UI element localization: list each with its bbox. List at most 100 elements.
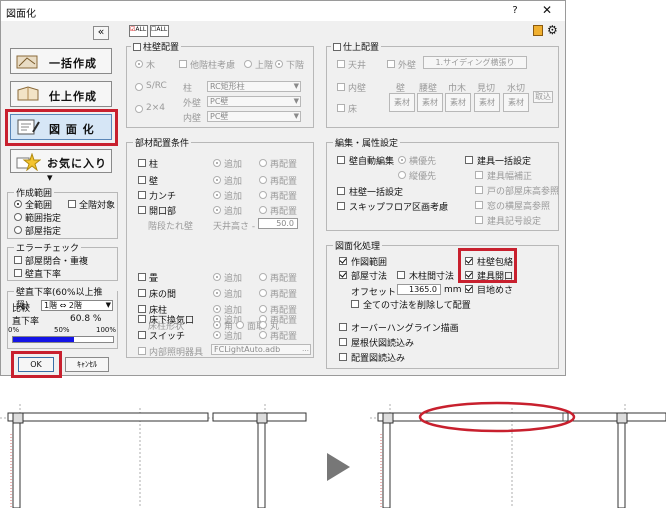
cancel-button[interactable]: ｷｬﾝｾﾙ: [65, 357, 109, 372]
shape-round-label: 丸: [270, 322, 280, 332]
member-title: 部材配置条件: [133, 136, 192, 149]
finish-group: 仕上配置 天井 外壁 1.サイディング横張り 内壁 床 壁 腰壁 巾木 見切 水…: [326, 40, 559, 128]
switch-checkbox[interactable]: [138, 331, 146, 339]
pillar-wall-bulk-checkbox[interactable]: [337, 187, 345, 195]
material-button-trim[interactable]: 素材: [474, 93, 500, 112]
material-button-wall[interactable]: 素材: [389, 93, 415, 112]
open-file-icon[interactable]: [533, 25, 543, 36]
ceiling-height-input[interactable]: 50.0: [258, 218, 298, 229]
pillar-wall-bulk-label: 柱壁一括設定: [349, 188, 404, 198]
material-button-waist[interactable]: 素材: [417, 93, 443, 112]
lower-floor-radio[interactable]: [275, 60, 283, 68]
opening-checkbox[interactable]: [138, 206, 146, 214]
lighting-file-select[interactable]: FCLightAuto.adb…: [211, 344, 311, 355]
pillar-wall-checkbox[interactable]: [133, 43, 141, 51]
all-floors-checkbox[interactable]: [68, 200, 76, 208]
check-all-button[interactable]: ☑ALL: [129, 25, 148, 37]
column-type-select[interactable]: RC矩形柱 ▼: [207, 81, 301, 92]
fixture-width-checkbox[interactable]: [475, 171, 483, 179]
bulk-create-button[interactable]: 一括作成: [10, 48, 112, 74]
collapse-button[interactable]: «: [93, 26, 109, 40]
fixture-bulk-checkbox[interactable]: [465, 156, 473, 164]
range-all-radio[interactable]: [14, 200, 22, 208]
ceiling-checkbox[interactable]: [337, 60, 345, 68]
finish-create-button[interactable]: 仕上作成: [10, 81, 112, 107]
opening-readd-label: 再配置: [270, 207, 298, 217]
vent-checkbox[interactable]: [138, 315, 146, 323]
alcove-readd-radio[interactable]: [259, 289, 267, 297]
shape-corner-radio[interactable]: [213, 321, 221, 329]
close-button[interactable]: ✕: [539, 2, 555, 18]
floor-checkbox[interactable]: [337, 104, 345, 112]
wood-dims-checkbox[interactable]: [397, 271, 405, 279]
lighting-checkbox[interactable]: [138, 347, 146, 355]
counter-checkbox[interactable]: [138, 191, 146, 199]
opening-readd-radio[interactable]: [259, 206, 267, 214]
opening-add-radio[interactable]: [213, 206, 221, 214]
door-floor-height-checkbox[interactable]: [475, 186, 483, 194]
switch-add-radio[interactable]: [213, 331, 221, 339]
uncheck-all-button[interactable]: ☐ALL: [150, 25, 169, 37]
take-in-button[interactable]: 取込: [533, 91, 553, 103]
layout-plan-checkbox[interactable]: [339, 353, 347, 361]
shape-corner-label: 角: [224, 322, 234, 332]
highlight-drawing-button: [5, 109, 118, 146]
room-overlap-checkbox[interactable]: [14, 256, 22, 264]
fixture-symbol-checkbox[interactable]: [475, 216, 483, 224]
roof-plan-checkbox[interactable]: [339, 338, 347, 346]
upper-floor-radio[interactable]: [244, 60, 252, 68]
wall-checkbox[interactable]: [138, 176, 146, 184]
src-radio[interactable]: [135, 83, 143, 91]
delete-all-dims-checkbox[interactable]: [351, 300, 359, 308]
src-label: S/RC: [146, 81, 167, 91]
counter-readd-radio[interactable]: [259, 191, 267, 199]
wall-ratio-checkbox[interactable]: [14, 269, 22, 277]
finish-checkbox[interactable]: [333, 43, 341, 51]
wall-add-radio[interactable]: [213, 176, 221, 184]
priority-v-radio[interactable]: [398, 171, 406, 179]
joint-checkbox[interactable]: [465, 285, 473, 293]
overhang-checkbox[interactable]: [339, 323, 347, 331]
tatami-checkbox[interactable]: [138, 273, 146, 281]
offset-input[interactable]: 1365.0: [397, 284, 441, 295]
room-dims-checkbox[interactable]: [339, 271, 347, 279]
inner-wall-select[interactable]: PC壁 ▼: [207, 111, 301, 122]
priority-h-radio[interactable]: [398, 156, 406, 164]
wall-readd-radio[interactable]: [259, 176, 267, 184]
tatami-readd-radio[interactable]: [259, 273, 267, 281]
exterior-checkbox[interactable]: [387, 60, 395, 68]
auto-wall-checkbox[interactable]: [337, 156, 345, 164]
other-floor-checkbox[interactable]: [179, 60, 187, 68]
counter-add-radio[interactable]: [213, 191, 221, 199]
alcove-post-add-radio[interactable]: [213, 305, 221, 313]
room-specify-radio[interactable]: [14, 226, 22, 234]
pillar-checkbox[interactable]: [138, 159, 146, 167]
rate-value: 60.8 %: [70, 314, 102, 324]
material-button-flashing[interactable]: 素材: [503, 93, 529, 112]
shape-round-radio[interactable]: [259, 321, 267, 329]
two-by-four-radio[interactable]: [135, 105, 143, 113]
switch-readd-radio[interactable]: [259, 331, 267, 339]
alcove-add-radio[interactable]: [213, 289, 221, 297]
wood-radio[interactable]: [135, 60, 143, 68]
exterior-material-button[interactable]: 1.サイディング横張り: [423, 56, 527, 69]
alcove-post-readd-radio[interactable]: [259, 305, 267, 313]
window-height-checkbox[interactable]: [475, 201, 483, 209]
pillar-add-radio[interactable]: [213, 159, 221, 167]
alcove-checkbox[interactable]: [138, 289, 146, 297]
inner-wall-checkbox[interactable]: [337, 83, 345, 91]
gear-icon[interactable]: ⚙: [547, 23, 558, 37]
material-button-baseboard[interactable]: 素材: [445, 93, 471, 112]
favorites-button[interactable]: お気に入り▾: [10, 149, 112, 184]
range-specify-radio[interactable]: [14, 213, 22, 221]
pillar-readd-radio[interactable]: [259, 159, 267, 167]
tatami-add-radio[interactable]: [213, 273, 221, 281]
help-button[interactable]: ?: [507, 3, 523, 19]
finish-create-icon: [17, 86, 39, 101]
compare-select[interactable]: 1階 ⇔ 2階 ▼: [41, 300, 113, 311]
drawing-range-checkbox[interactable]: [339, 257, 347, 265]
shape-chamfer-radio[interactable]: [236, 321, 244, 329]
skip-floor-checkbox[interactable]: [337, 202, 345, 210]
outer-wall-select[interactable]: PC壁 ▼: [207, 96, 301, 107]
alcove-post-checkbox[interactable]: [138, 305, 146, 313]
